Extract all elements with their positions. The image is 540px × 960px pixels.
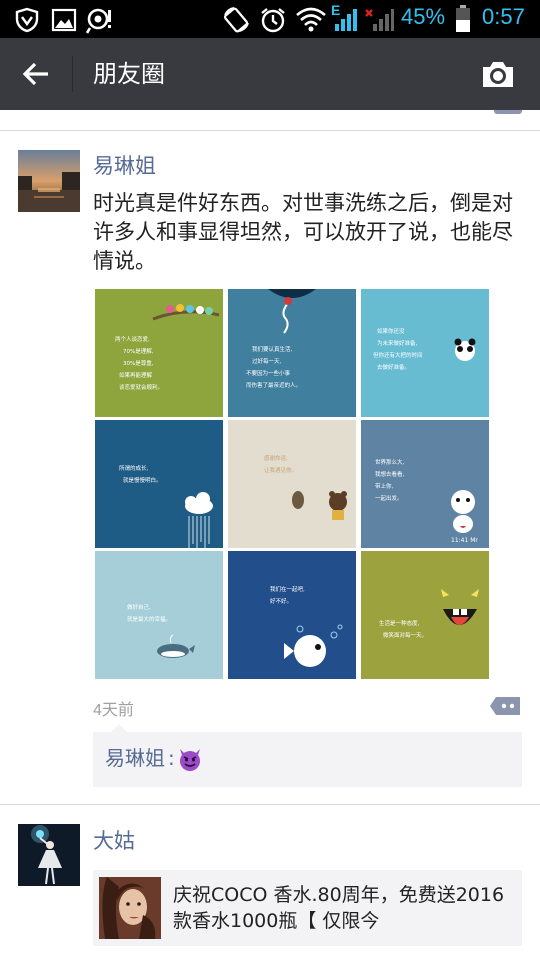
- post-separator: [0, 804, 540, 805]
- image-text: 70%是理解,: [123, 347, 154, 355]
- image-text: 为未来做好准备,: [377, 339, 418, 347]
- back-button[interactable]: [16, 56, 56, 92]
- post-image[interactable]: 世界那么大, 我想去看看, 带上你, 一起出发。 11:41 Mr: [361, 420, 489, 548]
- image-text: 让我遇见你。: [264, 466, 297, 474]
- image-text: 我们在一起吧,: [270, 585, 305, 593]
- comment-icon[interactable]: [490, 695, 522, 717]
- image-text: 两个人谈恋爱,: [115, 335, 150, 343]
- image-text: 生活是一种态度,: [379, 619, 420, 627]
- image-grid: 两个人谈恋爱, 70%是理解, 30%是尊重, 如果再能理解 谈恋爱就会顺利。 …: [95, 289, 489, 679]
- image-text: 一起出发。: [375, 494, 403, 502]
- image-text: 我想去看看,: [375, 470, 405, 478]
- image-text: 世界那么大,: [375, 458, 405, 466]
- post-separator: [0, 130, 540, 131]
- image-text: 而伤害了最亲近的人。: [246, 381, 301, 389]
- image-text: 30%是尊重,: [123, 359, 154, 367]
- image-text: 就是慢慢明白。: [123, 476, 162, 484]
- moments-feed[interactable]: 易琳姐 时光真是件好东西。对世事洗练之后，倒是对许多人和事显得坦然，可以放开了说…: [0, 110, 540, 960]
- alarm-icon: [261, 8, 285, 33]
- camera-button[interactable]: [478, 56, 518, 92]
- post-image[interactable]: 我们在一起吧, 好不好。: [228, 551, 356, 679]
- image-text: 微笑面对每一天。: [383, 631, 427, 639]
- avatar[interactable]: [18, 824, 80, 886]
- post-author[interactable]: 大姑: [93, 826, 135, 856]
- status-bar: E 45% 0:57: [0, 0, 540, 38]
- wifi-icon: [296, 7, 326, 32]
- share-thumbnail: [99, 877, 161, 939]
- post-image[interactable]: 我们要认真生活, 过好每一天, 不要因为一些小事 而伤害了最亲近的人。: [228, 289, 356, 417]
- avatar[interactable]: [18, 150, 80, 212]
- comment-colon: :: [168, 746, 175, 770]
- status-time: 0:57: [482, 4, 525, 29]
- back-arrow-icon: [22, 62, 48, 86]
- image-text: 不要因为一些小事: [246, 369, 291, 377]
- image-text: 带上你,: [375, 482, 394, 490]
- image-text: 过好每一天,: [252, 357, 282, 365]
- post-timestamp: 4天前: [93, 702, 134, 719]
- devil-emoji-icon: [180, 749, 200, 771]
- page-title: 朋友圈: [93, 60, 165, 88]
- comment-author[interactable]: 易琳姐: [105, 744, 165, 772]
- post-author[interactable]: 易琳姐: [93, 151, 156, 181]
- image-text: 做好自己,: [127, 603, 151, 611]
- post-image[interactable]: 所谓的成长, 就是慢慢明白。: [95, 420, 223, 548]
- shield-icon: [15, 7, 39, 33]
- image-text: 但你还有大把的时间: [373, 351, 423, 359]
- image-caption: 11:41 Mr: [451, 537, 478, 544]
- rotate-icon: [223, 7, 249, 33]
- battery-icon: [456, 5, 470, 32]
- signal-icon: [335, 9, 357, 31]
- image-text: 感谢命运,: [264, 454, 288, 462]
- post-text: 时光真是件好东西。对世事洗练之后，倒是对许多人和事显得坦然，可以放开了说，也能尽…: [93, 191, 513, 273]
- share-title: 庆祝COCO 香水.80周年，免费送2016款香水1000瓶【 仅限今: [173, 884, 505, 932]
- notification-icon: [86, 8, 111, 34]
- post-image[interactable]: 做好自己, 就是最大的幸福。: [95, 551, 223, 679]
- post-image[interactable]: 如果你还没 为未来做好准备, 但你还有大把的时间 去做好准备。: [361, 289, 489, 417]
- app-bar-divider: [72, 56, 73, 92]
- comment-button-previous[interactable]: [494, 110, 522, 114]
- post-image[interactable]: 两个人谈恋爱, 70%是理解, 30%是尊重, 如果再能理解 谈恋爱就会顺利。: [95, 289, 223, 417]
- image-text: 谈恋爱就会顺利。: [119, 383, 163, 391]
- camera-icon: [483, 62, 513, 87]
- image-text: 如果你还没: [377, 327, 405, 335]
- battery-percent: 45%: [401, 4, 446, 29]
- no-signal-icon: [365, 9, 394, 31]
- image-text: 就是最大的幸福。: [127, 615, 171, 623]
- image-text: 所谓的成长,: [119, 464, 149, 472]
- gallery-icon: [51, 8, 77, 32]
- image-text: 如果再能理解: [119, 371, 153, 379]
- image-text: 我们要认真生活,: [252, 345, 293, 353]
- comment-list: 易琳姐 :: [93, 724, 522, 787]
- shared-link-card[interactable]: 庆祝COCO 香水.80周年，免费送2016款香水1000瓶【 仅限今: [93, 870, 522, 946]
- post-image[interactable]: 生活是一种态度, 微笑面对每一天。: [361, 551, 489, 679]
- app-bar: 朋友圈: [0, 38, 540, 110]
- image-text: 好不好。: [270, 597, 292, 605]
- post-image[interactable]: 感谢命运, 让我遇见你。: [228, 420, 356, 548]
- image-text: 去做好准备。: [377, 363, 410, 371]
